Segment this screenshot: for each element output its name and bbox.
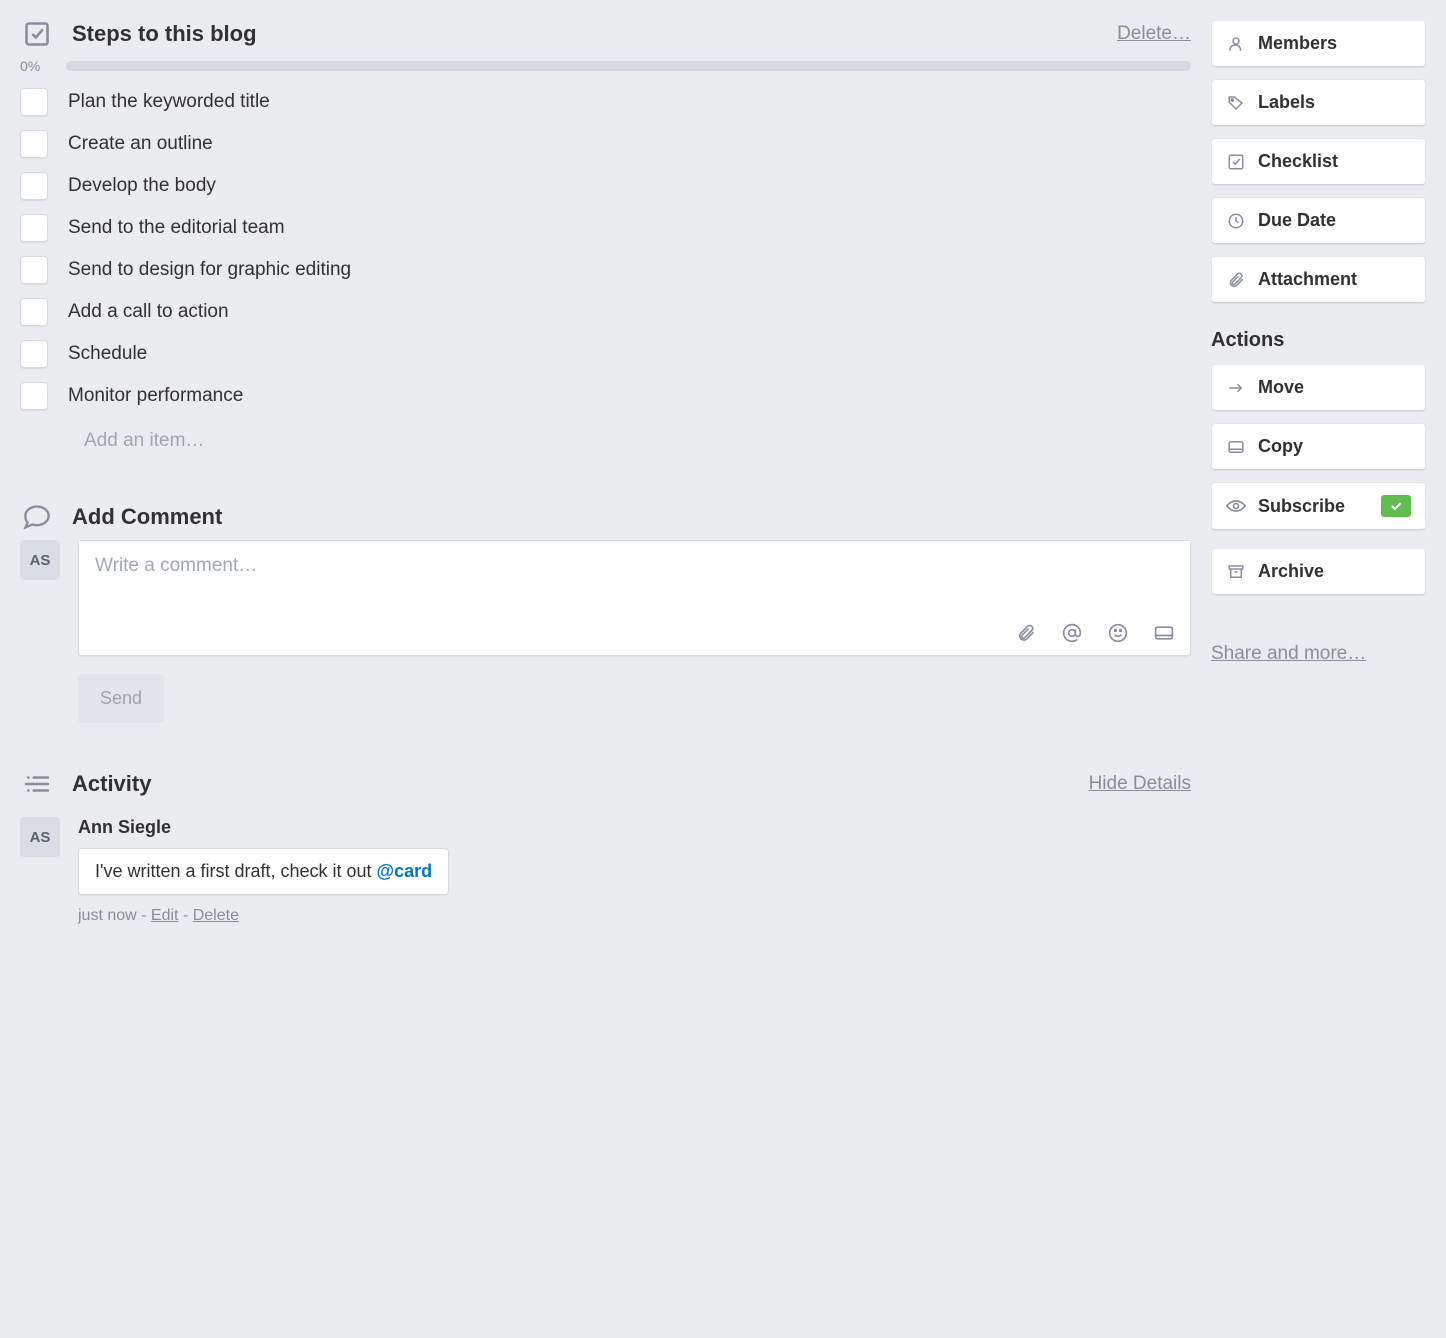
checklist-item[interactable]: Send to design for graphic editing: [20, 256, 1191, 284]
move-button[interactable]: Move: [1211, 364, 1426, 411]
mention-link[interactable]: @card: [377, 861, 433, 881]
subscribe-button[interactable]: Subscribe: [1211, 482, 1426, 530]
add-checklist-item[interactable]: Add an item…: [84, 424, 1191, 458]
attachment-label: Attachment: [1258, 269, 1357, 290]
activity-author: Ann Siegle: [78, 817, 1191, 838]
arrow-right-icon: [1226, 381, 1246, 395]
avatar: AS: [20, 817, 60, 857]
checklist-item[interactable]: Monitor performance: [20, 382, 1191, 410]
attachment-button[interactable]: Attachment: [1211, 256, 1426, 303]
checklist-item[interactable]: Add a call to action: [20, 298, 1191, 326]
members-button[interactable]: Members: [1211, 20, 1426, 67]
labels-button[interactable]: Labels: [1211, 79, 1426, 126]
checkbox[interactable]: [20, 88, 48, 116]
clock-icon: [1226, 212, 1246, 230]
share-and-more-link[interactable]: Share and more…: [1211, 643, 1366, 665]
checkbox[interactable]: [20, 172, 48, 200]
activity-entry: AS Ann Siegle I've written a first draft…: [20, 817, 1191, 925]
checklist-item-label: Monitor performance: [68, 385, 243, 407]
subscribe-label: Subscribe: [1258, 496, 1345, 517]
activity-comment-bubble: I've written a first draft, check it out…: [78, 848, 449, 895]
due-date-label: Due Date: [1258, 210, 1336, 231]
checklist-item[interactable]: Plan the keyworded title: [20, 88, 1191, 116]
actions-heading: Actions: [1211, 329, 1426, 352]
comment-box: [78, 540, 1191, 656]
copy-label: Copy: [1258, 436, 1303, 457]
checklist-delete-link[interactable]: Delete…: [1117, 23, 1191, 45]
checkbox[interactable]: [20, 340, 48, 368]
attachment-icon[interactable]: [1016, 623, 1036, 643]
activity-title: Activity: [72, 771, 1071, 797]
labels-icon: [1226, 94, 1246, 112]
checklist-item-label: Send to the editorial team: [68, 217, 285, 239]
comment-title: Add Comment: [72, 504, 1191, 530]
subscribed-check-icon: [1381, 495, 1411, 517]
checkbox[interactable]: [20, 214, 48, 242]
checklist-items: Plan the keyworded title Create an outli…: [20, 88, 1191, 410]
comment-icon: [20, 505, 54, 529]
mention-icon[interactable]: [1062, 623, 1082, 643]
checkbox[interactable]: [20, 382, 48, 410]
checkbox[interactable]: [20, 256, 48, 284]
delete-link[interactable]: Delete: [193, 907, 239, 924]
activity-comment-text: I've written a first draft, check it out: [95, 861, 377, 881]
hide-details-link[interactable]: Hide Details: [1089, 773, 1191, 795]
progress-bar: [66, 61, 1191, 71]
eye-icon: [1226, 499, 1246, 513]
activity-icon: [20, 773, 54, 795]
members-icon: [1226, 35, 1246, 53]
checklist-item-label: Create an outline: [68, 133, 213, 155]
progress-percent: 0%: [20, 58, 54, 74]
copy-button[interactable]: Copy: [1211, 423, 1426, 470]
card-icon[interactable]: [1154, 623, 1174, 643]
due-date-button[interactable]: Due Date: [1211, 197, 1426, 244]
paperclip-icon: [1226, 271, 1246, 289]
checkbox[interactable]: [20, 298, 48, 326]
members-label: Members: [1258, 33, 1337, 54]
edit-link[interactable]: Edit: [151, 907, 179, 924]
checklist-title: Steps to this blog: [72, 21, 1099, 47]
checklist-item-label: Send to design for graphic editing: [68, 259, 351, 281]
labels-label: Labels: [1258, 92, 1315, 113]
checklist-side-icon: [1226, 153, 1246, 171]
avatar: AS: [20, 540, 60, 580]
checklist-item[interactable]: Develop the body: [20, 172, 1191, 200]
checklist-item-label: Add a call to action: [68, 301, 229, 323]
copy-icon: [1226, 439, 1246, 455]
move-label: Move: [1258, 377, 1304, 398]
archive-button[interactable]: Archive: [1211, 548, 1426, 595]
checkbox[interactable]: [20, 130, 48, 158]
checklist-item-label: Schedule: [68, 343, 147, 365]
checklist-item[interactable]: Schedule: [20, 340, 1191, 368]
checklist-icon: [20, 20, 54, 48]
checklist-item-label: Plan the keyworded title: [68, 91, 270, 113]
archive-icon: [1226, 563, 1246, 581]
comment-input[interactable]: [79, 541, 1190, 613]
activity-time: just now: [78, 907, 137, 924]
checklist-item[interactable]: Create an outline: [20, 130, 1191, 158]
checklist-button[interactable]: Checklist: [1211, 138, 1426, 185]
checklist-label: Checklist: [1258, 151, 1338, 172]
emoji-icon[interactable]: [1108, 623, 1128, 643]
checklist-item[interactable]: Send to the editorial team: [20, 214, 1191, 242]
send-button[interactable]: Send: [78, 674, 164, 723]
archive-label: Archive: [1258, 561, 1324, 582]
checklist-item-label: Develop the body: [68, 175, 216, 197]
